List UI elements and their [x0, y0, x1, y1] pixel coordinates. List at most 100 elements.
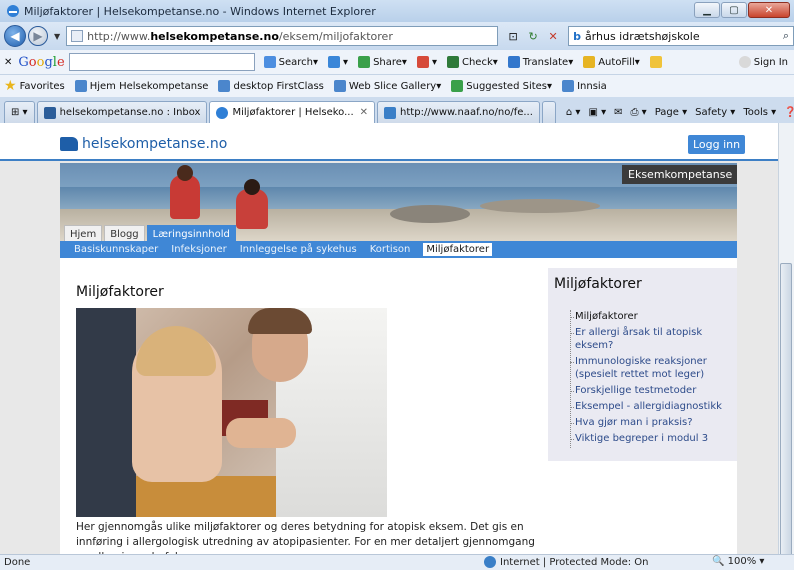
- close-toolbar-icon[interactable]: ✕: [4, 57, 12, 68]
- sidebar-item-immunologiske[interactable]: Immunologiske reaksjoner (spesielt rette…: [570, 355, 721, 381]
- tab-naaf[interactable]: http://www.naaf.no/no/fe...: [377, 101, 540, 123]
- fav-item-innsia[interactable]: Innsia: [562, 80, 607, 92]
- sidebar-item-allergi-arsak[interactable]: Er allergi årsak til atopisk eksem?: [570, 326, 737, 352]
- tab-inbox[interactable]: helsekompetanse.no : Inbox: [36, 101, 208, 123]
- search-icon[interactable]: ⌕: [783, 29, 789, 43]
- sub-nav: Basiskunnskaper Infeksjoner Innleggelse …: [60, 241, 737, 258]
- spellcheck-icon: [446, 56, 459, 68]
- zoom-level[interactable]: 🔍 100% ▾: [712, 556, 764, 567]
- window-titlebar: Miljøfaktorer | Helsekompetanse.no - Win…: [0, 0, 794, 22]
- address-input[interactable]: http://www.helsekompetanse.no/eksem/milj…: [66, 26, 499, 46]
- page-icon: [74, 80, 87, 92]
- scrollbar-thumb[interactable]: [780, 263, 792, 563]
- sidebar-item-begreper[interactable]: Viktige begreper i modul 3: [570, 432, 737, 445]
- nav-blogg[interactable]: Blogg: [104, 225, 145, 241]
- intro-paragraph: Her gjennomgås ulike miljøfaktorer og de…: [76, 521, 535, 554]
- translate-button[interactable]: Translate ▾: [507, 56, 573, 68]
- site-logo[interactable]: helsekompetanse.no: [60, 136, 227, 152]
- page-viewport: helsekompetanse.no Logg inn Eksemkompeta…: [0, 123, 794, 554]
- nav-hjem[interactable]: Hjem: [64, 225, 103, 241]
- highlight-button[interactable]: ▾: [416, 56, 437, 68]
- fav-item-hjem[interactable]: Hjem Helsekompetanse: [74, 80, 208, 92]
- favorites-button[interactable]: Favorites: [20, 81, 65, 92]
- page-menu[interactable]: Page ▾: [655, 107, 687, 118]
- subnav-basiskunnskaper[interactable]: Basiskunnskaper: [74, 244, 158, 255]
- search-input[interactable]: b århus idrætshøjskole ⌕: [568, 26, 794, 46]
- sidebar-list: Miljøfaktorer Er allergi årsak til atopi…: [570, 310, 737, 448]
- forward-button[interactable]: ▶: [28, 26, 48, 46]
- fav-item-firstclass[interactable]: desktop FirstClass: [218, 80, 324, 92]
- print-icon[interactable]: ⎙ ▾: [631, 107, 647, 118]
- close-tab-icon[interactable]: ✕: [360, 107, 368, 118]
- ie-page-icon: [216, 106, 229, 119]
- main-content: Miljøfaktorer Her gjennomgås ulike miljø…: [60, 258, 737, 554]
- stop-icon[interactable]: ✕: [544, 27, 562, 45]
- login-button[interactable]: Logg inn: [688, 135, 746, 154]
- pencil-button[interactable]: [649, 56, 665, 68]
- page-icon: [218, 80, 231, 92]
- address-bar-row: ◀ ▶ ▼ http://www.helsekompetanse.no/ekse…: [0, 22, 794, 50]
- fav-item-webslice[interactable]: Web Slice Gallery ▾: [333, 80, 441, 92]
- main-nav: Hjem Blogg Læringsinnhold: [64, 225, 238, 241]
- sidebar-menu: Miljøfaktorer Miljøfaktorer Er allergi å…: [548, 268, 737, 461]
- safety-menu[interactable]: Safety ▾: [695, 107, 735, 118]
- close-window-button[interactable]: ✕: [748, 2, 790, 18]
- page-icon: [562, 80, 575, 92]
- vertical-scrollbar[interactable]: [778, 123, 794, 563]
- google-toolbar: ✕ Google Search ▾ ▾ Share ▾ ▾ Check ▾ Tr…: [0, 50, 794, 75]
- subnav-innleggelse[interactable]: Innleggelse på sykehus: [240, 244, 357, 255]
- subnav-kortison[interactable]: Kortison: [370, 244, 411, 255]
- search-text: århus idrætshøjskole: [584, 29, 700, 43]
- minimize-button[interactable]: ▁: [694, 2, 720, 18]
- bookmark-button[interactable]: ▾: [328, 56, 348, 68]
- translate-icon: [507, 56, 520, 68]
- home-icon[interactable]: ⌂ ▾: [566, 107, 581, 118]
- sidebar-item-testmetoder[interactable]: Forskjellige testmetoder: [570, 384, 737, 397]
- status-bar: Done Internet | Protected Mode: On 🔍 100…: [0, 554, 794, 570]
- history-dropdown-icon[interactable]: ▼: [54, 32, 60, 41]
- feeds-icon[interactable]: ▣ ▾: [588, 107, 606, 118]
- site-icon: [384, 106, 397, 119]
- check-button[interactable]: Check ▾: [446, 56, 498, 68]
- sidebar-item-eksempel[interactable]: Eksempel - allergidiagnostikk: [570, 400, 737, 413]
- tab-miljofaktorer[interactable]: Miljøfaktorer | Helseko... ✕: [209, 101, 376, 123]
- site-icon: [43, 106, 56, 119]
- new-tab-button[interactable]: [541, 101, 556, 123]
- refresh-icon[interactable]: ↻: [524, 27, 542, 45]
- tools-menu[interactable]: Tools ▾: [743, 107, 776, 118]
- security-zone[interactable]: Internet | Protected Mode: On: [484, 556, 648, 568]
- back-button[interactable]: ◀: [4, 25, 26, 47]
- subnav-infeksjoner[interactable]: Infeksjoner: [171, 244, 226, 255]
- nav-laeringsinnhold[interactable]: Læringsinnhold: [146, 225, 236, 241]
- mail-icon[interactable]: ✉: [614, 107, 622, 118]
- website: helsekompetanse.no Logg inn Eksemkompeta…: [0, 123, 778, 554]
- page-icon: [71, 30, 84, 42]
- subnav-miljofaktorer[interactable]: Miljøfaktorer: [423, 243, 493, 256]
- window-title: Miljøfaktorer | Helsekompetanse.no - Win…: [24, 4, 376, 18]
- sign-in-link[interactable]: Sign In: [738, 56, 788, 68]
- autofill-icon: [583, 56, 596, 68]
- sidebar-item-miljofaktorer[interactable]: Miljøfaktorer: [570, 310, 737, 323]
- globe-icon: [484, 556, 496, 568]
- search-provider-icon: b: [573, 29, 581, 43]
- user-icon: [738, 56, 751, 68]
- google-search-button[interactable]: Search ▾: [263, 56, 318, 68]
- google-search-input[interactable]: [68, 53, 255, 71]
- quick-tabs-button[interactable]: ⊞ ▾: [4, 101, 35, 123]
- suggested-sites-icon: [451, 80, 464, 92]
- help-icon[interactable]: ❓▾: [784, 107, 794, 118]
- fav-item-suggested[interactable]: Suggested Sites ▾: [451, 80, 552, 92]
- address-url: http://www.helsekompetanse.no/eksem/milj…: [87, 29, 393, 43]
- logo-mark-icon: [60, 137, 78, 151]
- section-badge: Eksemkompetanse: [622, 165, 737, 184]
- sidebar-item-praksis[interactable]: Hva gjør man i praksis?: [570, 416, 737, 429]
- site-header: helsekompetanse.no Logg inn: [0, 123, 778, 161]
- share-button[interactable]: Share ▾: [358, 56, 407, 68]
- tab-bar: ⊞ ▾ helsekompetanse.no : Inbox Miljøfakt…: [0, 97, 794, 123]
- autofill-button[interactable]: AutoFill ▾: [583, 56, 640, 68]
- sidebar-title: Miljøfaktorer: [554, 276, 642, 292]
- maximize-button[interactable]: ▢: [721, 2, 747, 18]
- page-title: Miljøfaktorer: [76, 284, 164, 300]
- compatibility-view-icon[interactable]: ⊡: [504, 27, 522, 45]
- search-icon: [263, 56, 276, 68]
